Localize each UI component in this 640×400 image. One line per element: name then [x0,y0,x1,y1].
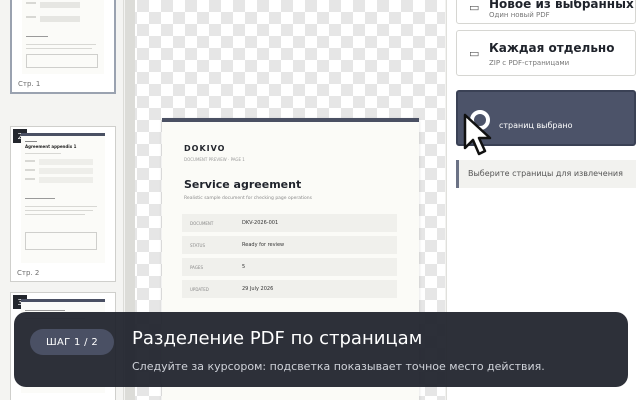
document-field-row: STATUS Ready for review [182,236,397,254]
step-badge: ШАГ 1 / 2 [30,329,114,355]
document-field-row: PAGES 5 [182,258,397,276]
option-title: Новое из выбранных [489,0,634,11]
page-thumbnail-2[interactable]: 2 Agreement appendix 1 Стр. 2 [10,126,116,282]
selection-hint: Выберите страницы для извлечения [456,160,636,188]
option-subtitle: ZIP с PDF-страницами [489,59,570,67]
mouse-pointer-icon [463,113,492,156]
document-brand: DOKIVO [184,144,226,153]
document-title: Service agreement [184,178,302,191]
field-key: STATUS [190,243,206,248]
selection-hint-text: Выберите страницы для извлечения [468,169,623,178]
option-subtitle: Один новый PDF [489,11,550,19]
field-value: Ready for review [242,242,285,248]
tutorial-title: Разделение PDF по страницам [132,328,423,349]
thumbnail-paper [22,0,104,74]
tutorial-subtitle: Следуйте за курсором: подсветка показыва… [132,360,545,373]
field-value: 5 [242,264,246,270]
page-thumbnail-1[interactable]: Стр. 1 [10,0,116,94]
thumbnail-paper: Agreement appendix 1 [21,133,105,263]
document-breadcrumb: DOCUMENT PREVIEW · PAGE 1 [184,157,245,162]
document-field-row: DOCUMENT DKV-2026-001 [182,214,397,232]
document-field-row: UPDATED 29 July 2026 [182,280,397,298]
field-key: PAGES [190,265,203,270]
tutorial-overlay: ШАГ 1 / 2 Разделение PDF по страницам Сл… [14,312,628,387]
option-new-from-selected[interactable]: ▭ Новое из выбранных Один новый PDF [456,0,636,24]
option-title: Каждая отдельно [489,41,615,55]
document-subtitle: Realistic sample document for checking p… [184,196,312,201]
field-value: 29 July 2026 [242,286,274,292]
thumbnail-label: Стр. 1 [18,80,41,88]
field-key: UPDATED [190,287,209,292]
field-value: DKV-2026-001 [242,220,279,226]
option-each-separately[interactable]: ▭ Каждая отдельно ZIP с PDF-страницами [456,30,636,76]
extract-button-label: страниц выбрано [499,121,573,130]
field-key: DOCUMENT [190,221,214,226]
zip-icon: ▭ [469,47,480,60]
file-icon: ▭ [469,1,480,14]
thumbnail-label: Стр. 2 [17,269,40,277]
thumbnail-heading: Agreement appendix 1 [25,144,77,149]
